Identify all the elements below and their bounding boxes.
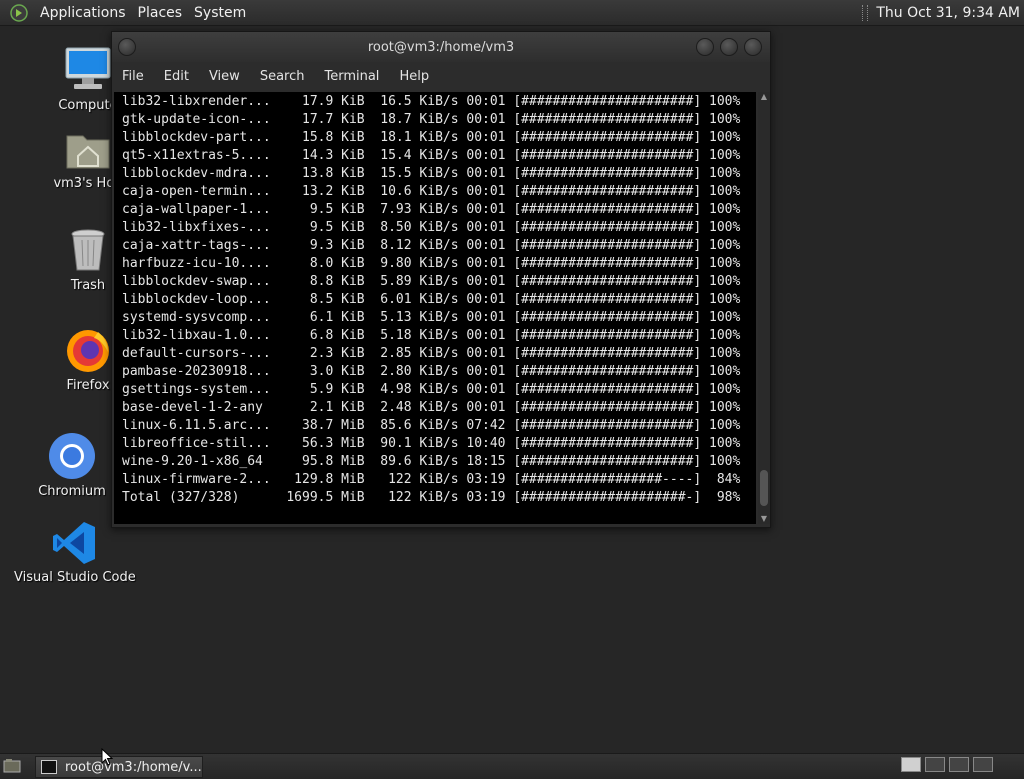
- firefox-icon: [67, 330, 109, 372]
- desktop-icon-label: Visual Studio Code: [14, 570, 136, 585]
- terminal-scrollbar[interactable]: ▲ ▼: [758, 92, 770, 524]
- scrollbar-thumb[interactable]: [760, 470, 768, 506]
- terminal-line: qt5-x11extras-5.... 14.3 KiB 15.4 KiB/s …: [122, 148, 741, 163]
- terminal-line: linux-firmware-2... 129.8 MiB 122 KiB/s …: [122, 472, 741, 487]
- top-panel: Applications Places System Thu Oct 31, 9…: [0, 0, 1024, 26]
- terminal-line: gsettings-system... 5.9 KiB 4.98 KiB/s 0…: [122, 382, 741, 397]
- home-folder-icon: [66, 135, 110, 169]
- terminal-line: libblockdev-mdra... 13.8 KiB 15.5 KiB/s …: [122, 166, 741, 181]
- terminal-line: caja-xattr-tags-... 9.3 KiB 8.12 KiB/s 0…: [122, 238, 741, 253]
- terminal-line: Total (327/328) 1699.5 MiB 122 KiB/s 03:…: [122, 490, 741, 505]
- terminal-titlebar[interactable]: root@vm3:/home/vm3: [112, 32, 770, 62]
- window-title: root@vm3:/home/vm3: [367, 39, 515, 55]
- terminal-line: caja-wallpaper-1... 9.5 KiB 7.93 KiB/s 0…: [122, 202, 741, 217]
- terminal-line: harfbuzz-icu-10.... 8.0 KiB 9.80 KiB/s 0…: [122, 256, 741, 271]
- window-menu-button[interactable]: [118, 38, 136, 56]
- vscode-icon: [53, 522, 95, 564]
- trash-icon: [71, 229, 105, 271]
- terminal-line: libblockdev-loop... 8.5 KiB 6.01 KiB/s 0…: [122, 292, 741, 307]
- terminal-line: caja-open-termin... 13.2 KiB 10.6 KiB/s …: [122, 184, 741, 199]
- workspace-3[interactable]: [949, 757, 969, 772]
- menu-search[interactable]: Search: [250, 69, 315, 84]
- terminal-line: wine-9.20-1-x86_64 95.8 MiB 89.6 KiB/s 1…: [122, 454, 741, 469]
- terminal-lines: lib32-libxrender... 17.9 KiB 16.5 KiB/s …: [122, 93, 740, 507]
- panel-separator: [862, 4, 869, 21]
- workspace-1[interactable]: [901, 757, 921, 772]
- terminal-line: lib32-libxfixes-... 9.5 KiB 8.50 KiB/s 0…: [122, 220, 741, 235]
- mouse-cursor-icon: [101, 748, 113, 766]
- terminal-line: lib32-libxrender... 17.9 KiB 16.5 KiB/s …: [122, 94, 741, 109]
- desktop-icon-vscode[interactable]: Visual Studio Code: [14, 520, 136, 585]
- taskbar-terminal-button[interactable]: root@vm3:/home/v...: [35, 756, 203, 778]
- terminal-line: libblockdev-swap... 8.8 KiB 5.89 KiB/s 0…: [122, 274, 741, 289]
- terminal-line: libreoffice-stil... 56.3 MiB 90.1 KiB/s …: [122, 436, 741, 451]
- minimize-button[interactable]: [696, 38, 714, 56]
- terminal-line: gtk-update-icon-... 17.7 KiB 18.7 KiB/s …: [122, 112, 741, 127]
- terminal-output[interactable]: lib32-libxrender... 17.9 KiB 16.5 KiB/s …: [114, 92, 756, 524]
- terminal-line: base-devel-1-2-any 2.1 KiB 2.48 KiB/s 00…: [122, 400, 741, 415]
- menu-terminal[interactable]: Terminal: [314, 69, 389, 84]
- terminal-line: default-cursors-... 2.3 KiB 2.85 KiB/s 0…: [122, 346, 741, 361]
- menu-file[interactable]: File: [112, 69, 154, 84]
- terminal-line: lib32-libxau-1.0... 6.8 KiB 5.18 KiB/s 0…: [122, 328, 741, 343]
- places-menu[interactable]: Places: [132, 5, 189, 21]
- terminal-window[interactable]: root@vm3:/home/vm3 File Edit View Search…: [111, 31, 771, 528]
- computer-icon: [65, 47, 111, 89]
- clock[interactable]: Thu Oct 31, 9:34 AM: [876, 5, 1024, 21]
- top-panel-right: Thu Oct 31, 9:34 AM: [862, 0, 1024, 25]
- taskbar-button-label: root@vm3:/home/v...: [65, 759, 202, 775]
- maximize-button[interactable]: [720, 38, 738, 56]
- menu-view[interactable]: View: [199, 69, 250, 84]
- bottom-panel: root@vm3:/home/v...: [0, 753, 1024, 779]
- scroll-down-arrow-icon[interactable]: ▼: [758, 514, 770, 524]
- system-menu[interactable]: System: [188, 5, 252, 21]
- terminal-line: linux-6.11.5.arc... 38.7 MiB 85.6 KiB/s …: [122, 418, 741, 433]
- chromium-icon: [49, 433, 95, 479]
- mate-logo-icon[interactable]: [10, 3, 28, 22]
- workspace-4[interactable]: [973, 757, 993, 772]
- terminal-line: libblockdev-part... 15.8 KiB 18.1 KiB/s …: [122, 130, 741, 145]
- applications-menu[interactable]: Applications: [34, 5, 132, 21]
- close-button[interactable]: [744, 38, 762, 56]
- menu-edit[interactable]: Edit: [154, 69, 199, 84]
- menu-help[interactable]: Help: [389, 69, 439, 84]
- workspace-2[interactable]: [925, 757, 945, 772]
- terminal-menubar: File Edit View Search Terminal Help: [112, 64, 770, 88]
- terminal-icon: [41, 760, 57, 774]
- scroll-up-arrow-icon[interactable]: ▲: [758, 92, 770, 102]
- terminal-line: pambase-20230918... 3.0 KiB 2.80 KiB/s 0…: [122, 364, 741, 379]
- terminal-line: systemd-sysvcomp... 6.1 KiB 5.13 KiB/s 0…: [122, 310, 741, 325]
- show-desktop-icon[interactable]: [3, 758, 21, 774]
